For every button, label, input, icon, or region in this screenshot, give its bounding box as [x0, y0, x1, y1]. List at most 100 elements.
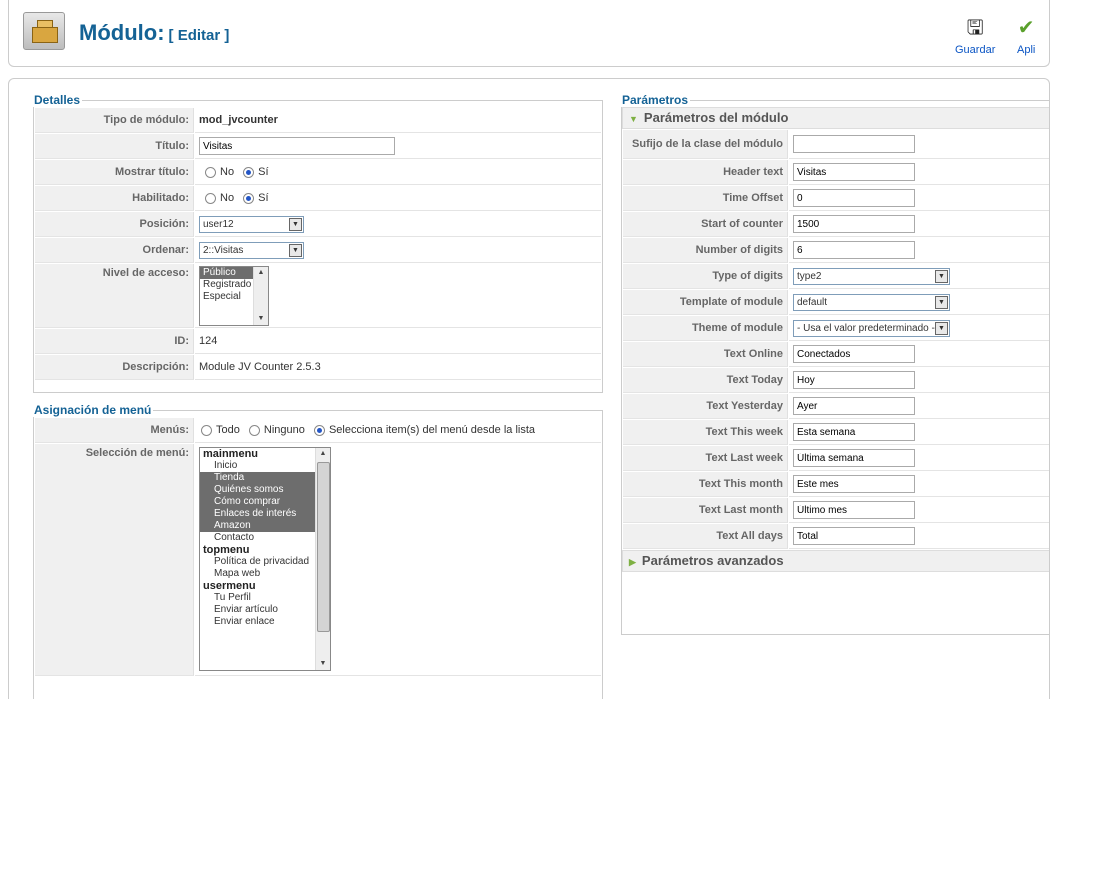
page-title: Módulo:[ Editar ] [79, 20, 229, 46]
param-input[interactable] [793, 501, 915, 519]
param-input[interactable] [793, 371, 915, 389]
param-input[interactable] [793, 423, 915, 441]
param-label: Number of digits [623, 238, 788, 263]
params-table: Sufijo de la clase del módulo Header text… [622, 129, 1049, 550]
param-value-cell [789, 238, 1049, 263]
menus-todo-radio[interactable] [201, 424, 212, 436]
param-input[interactable] [793, 215, 915, 233]
menu-list-option[interactable]: Enviar artículo [200, 604, 315, 616]
menu-list-option[interactable]: Amazon [200, 520, 315, 532]
menu-group-label: usermenu [203, 580, 256, 592]
desc-value: Module JV Counter 2.5.3 [195, 355, 601, 380]
menu-list-option[interactable]: Cómo comprar [200, 496, 315, 508]
save-button[interactable]: 🖫 Guardar [955, 18, 995, 56]
details-fieldset: Detalles Tipo de módulo: mod_jvcounter T… [33, 93, 603, 393]
page-title-text: Módulo: [79, 20, 165, 45]
menu-list-option[interactable]: Contacto [200, 532, 315, 544]
desc-label: Descripción: [35, 355, 194, 380]
toolbar: Módulo:[ Editar ] 🖫 Guardar ✔ Apli [8, 0, 1050, 67]
param-select-value: - Usa el valor predeterminado - [797, 322, 935, 334]
ordenar-value: 2::Visitas [203, 244, 244, 256]
menus-select-radio[interactable] [313, 424, 325, 436]
menu-list-option[interactable]: Enviar enlace [200, 616, 315, 628]
tipo-label: Tipo de módulo: [35, 108, 194, 133]
param-value-cell: - Usa el valor predeterminado - ▼ [789, 316, 1049, 341]
params-legend: Parámetros [622, 93, 689, 107]
menu-list-option[interactable]: Enlaces de interés [200, 508, 315, 520]
param-input[interactable] [793, 189, 915, 207]
details-legend: Detalles [34, 93, 81, 107]
menu-list-option[interactable]: Quiénes somos [200, 484, 315, 496]
main-panel: Detalles Tipo de módulo: mod_jvcounter T… [8, 78, 1050, 699]
param-label: Theme of module [623, 316, 788, 341]
menus-ninguno-label: Ninguno [263, 424, 305, 436]
module-params-title: Parámetros del módulo [643, 110, 789, 125]
param-select[interactable]: type2 ▼ [793, 267, 950, 285]
titulo-input[interactable] [199, 137, 395, 155]
posicion-label: Posición: [35, 212, 194, 237]
menu-group-label: topmenu [203, 544, 250, 556]
chevron-down-icon: ▼ [935, 321, 948, 335]
param-value-cell [789, 212, 1049, 237]
param-input[interactable] [793, 345, 915, 363]
param-label: Text This month [623, 472, 788, 497]
ordenar-select[interactable]: 2::Visitas ▼ [199, 241, 304, 259]
param-value-cell [789, 394, 1049, 419]
titulo-label: Título: [35, 134, 194, 159]
menu-group-label: mainmenu [203, 448, 259, 460]
advanced-params-toggle[interactable]: ▶ Parámetros avanzados [622, 550, 1049, 572]
param-value-cell [789, 524, 1049, 549]
save-label: Guardar [955, 44, 996, 56]
menu-list-option[interactable]: Política de privacidad [200, 556, 315, 568]
param-select-value: default [797, 296, 828, 308]
chevron-down-icon: ▼ [935, 269, 948, 283]
menu-table: Menús: Todo Ninguno Selecciona item(s) d… [34, 417, 602, 677]
module-icon [23, 12, 65, 50]
param-value-cell [789, 160, 1049, 185]
chevron-down-icon: ▼ [289, 217, 302, 231]
posicion-select[interactable]: user12 ▼ [199, 215, 304, 233]
params-fieldset: Parámetros ▼ Parámetros del módulo Sufijo… [621, 93, 1049, 635]
param-label: Text This week [623, 420, 788, 445]
param-input[interactable] [793, 449, 915, 467]
param-input[interactable] [793, 527, 915, 545]
param-label: Text Yesterday [623, 394, 788, 419]
module-params-toggle[interactable]: ▼ Parámetros del módulo [622, 107, 1049, 129]
param-input[interactable] [793, 135, 915, 153]
param-input[interactable] [793, 397, 915, 415]
acceso-label: Nivel de acceso: [35, 264, 194, 328]
mostrar-si-radio[interactable] [243, 166, 255, 178]
expand-right-icon: ▶ [629, 557, 636, 567]
habilitado-si-radio[interactable] [243, 192, 255, 204]
param-select[interactable]: - Usa el valor predeterminado - ▼ [793, 319, 950, 337]
param-label: Text Online [623, 342, 788, 367]
menu-fieldset: Asignación de menú Menús: Todo Ninguno S… [33, 403, 603, 699]
details-table: Tipo de módulo: mod_jvcounter Título: Mo… [34, 107, 602, 381]
acceso-listbox[interactable]: Público Registrado Especial ▲ ▼ [199, 266, 269, 326]
param-select[interactable]: default ▼ [793, 293, 950, 311]
menu-list-option[interactable]: Tu Perfil [200, 592, 315, 604]
param-input[interactable] [793, 163, 915, 181]
apply-button[interactable]: ✔ Apli [1017, 18, 1035, 56]
menu-list-option[interactable]: Inicio [200, 460, 315, 472]
param-value-cell [789, 446, 1049, 471]
param-value-cell [789, 130, 1049, 159]
menu-list-option[interactable]: Mapa web [200, 568, 315, 580]
menu-list-option[interactable]: Tienda [200, 472, 315, 484]
param-label: Template of module [623, 290, 788, 315]
menus-label: Menús: [35, 418, 194, 443]
acceso-scrollbar[interactable]: ▲ ▼ [253, 267, 268, 325]
menu-scrollbar[interactable]: ▲ ▼ [315, 448, 330, 670]
apply-label: Apli [1017, 44, 1036, 56]
habilitado-no-radio[interactable] [205, 192, 216, 204]
param-input[interactable] [793, 241, 915, 259]
menu-listbox[interactable]: mainmenu Inicio Tienda Quiénes somos Cómo co… [199, 447, 331, 671]
page-subtitle: [ Editar ] [168, 27, 230, 44]
menus-todo-label: Todo [216, 424, 240, 436]
id-label: ID: [35, 329, 194, 354]
menus-ninguno-radio[interactable] [248, 424, 260, 436]
ordenar-label: Ordenar: [35, 238, 194, 263]
chevron-down-icon: ▼ [935, 295, 948, 309]
mostrar-no-radio[interactable] [205, 166, 216, 178]
param-input[interactable] [793, 475, 915, 493]
